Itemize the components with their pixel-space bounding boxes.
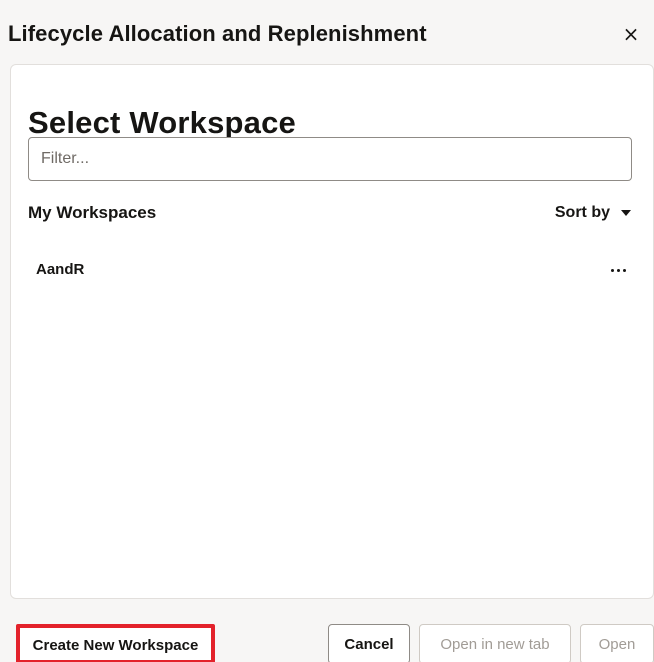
more-dot-icon [610, 268, 614, 272]
caret-down-icon [621, 209, 631, 216]
sort-by-label: Sort by [554, 204, 610, 221]
cancel-button[interactable]: Cancel [328, 624, 410, 662]
open-in-new-tab-button[interactable]: Open in new tab [419, 624, 571, 662]
my-workspaces-heading: My Workspaces [28, 203, 157, 222]
workspace-dialog: Lifecycle Allocation and Replenishment ×… [0, 0, 654, 662]
workspace-panel: Select Workspace My Workspaces Sort by A… [10, 64, 654, 599]
dialog-title: Lifecycle Allocation and Replenishment [8, 21, 427, 46]
more-dot-icon [616, 268, 620, 272]
create-new-workspace-button[interactable]: Create New Workspace [16, 624, 215, 662]
filter-input[interactable] [28, 137, 632, 181]
workspace-list-item[interactable]: AandR [28, 255, 632, 285]
dialog-footer: Create New Workspace Cancel Open in new … [0, 610, 654, 662]
workspace-name: AandR [36, 261, 85, 278]
sort-by-dropdown[interactable]: Sort by [555, 201, 631, 225]
dialog-header: Lifecycle Allocation and Replenishment × [0, 0, 654, 66]
open-button[interactable]: Open [580, 624, 654, 662]
more-actions-icon[interactable] [604, 259, 632, 281]
close-icon[interactable]: × [618, 21, 644, 47]
more-dot-icon [622, 268, 626, 272]
